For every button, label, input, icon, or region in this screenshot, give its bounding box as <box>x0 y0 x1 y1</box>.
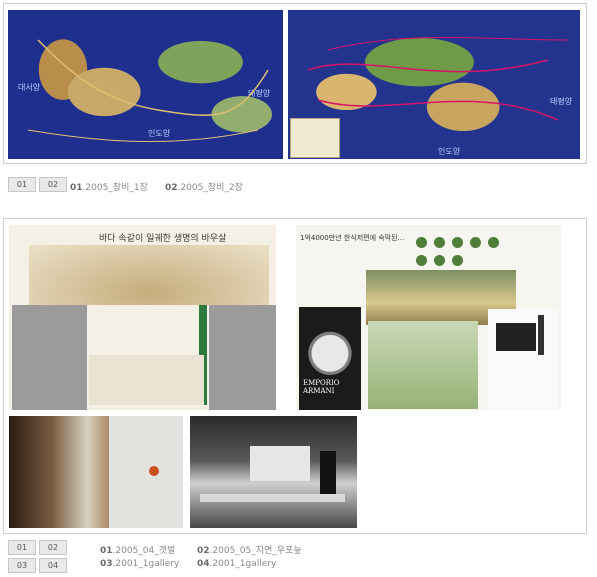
route-lines <box>27 39 269 143</box>
btn-04[interactable]: 04 <box>39 558 67 573</box>
gray-panel-right <box>209 305 276 410</box>
btn-01[interactable]: 01 <box>8 540 36 555</box>
spread2-heading: 1억4000만년 한식저편에 숙막된... <box>300 234 405 242</box>
caption-02: 02.2005_창비_2장 <box>165 180 243 193</box>
caption-num: 01 <box>70 183 83 193</box>
caption-text: .2001_1gallery <box>112 559 180 569</box>
caption-text: .2005_04_갯벌 <box>112 546 176 556</box>
caption2-03: 03.2001_1gallery <box>100 559 179 569</box>
map-infographic <box>368 321 478 409</box>
article-column <box>89 355 204 405</box>
btn-03[interactable]: 03 <box>8 558 36 573</box>
world-map-2: 태평양 인도양 <box>288 10 580 159</box>
caption-text: .2005_창비_2장 <box>177 183 243 193</box>
illustration <box>29 245 269 305</box>
watch-ad: EMPORIO ARMANI <box>299 307 361 410</box>
caption-text: .2005_창비_1장 <box>82 183 148 193</box>
visitor-silhouette <box>320 451 336 495</box>
gallery-photo-2 <box>190 416 357 528</box>
caption-text: .2001_1gallery <box>209 559 277 569</box>
newspaper-spread-tidalflat: 바다 속같이 일궤한 생명의 바우살 <box>9 225 276 410</box>
btn-02[interactable]: 02 <box>39 540 67 555</box>
caption-num: 04 <box>197 559 210 569</box>
desk <box>200 494 345 502</box>
caption2-04: 04.2001_1gallery <box>197 559 276 569</box>
caption-num: 03 <box>100 559 113 569</box>
caption-num: 01 <box>100 546 113 556</box>
caption-text: .2005_05_지면_우포늪 <box>209 546 302 556</box>
caption-01: 01.2005_창비_1장 <box>70 180 148 193</box>
gallery-photo-1 <box>9 416 183 528</box>
speaker <box>538 315 544 355</box>
btn-02[interactable]: 02 <box>39 177 67 192</box>
panel-dot <box>149 466 159 476</box>
wall-panel <box>109 416 183 528</box>
caption2-01: 01.2005_04_갯벌 <box>100 543 175 556</box>
btn-01[interactable]: 01 <box>8 177 36 192</box>
gray-panel-left <box>12 305 87 410</box>
display-screen <box>250 446 310 481</box>
ad-brand: EMPORIO ARMANI <box>303 379 340 395</box>
caption-num: 02 <box>197 546 210 556</box>
world-map-1: 대서양 인도양 태평양 <box>8 10 283 159</box>
map-legend <box>290 118 340 158</box>
tv-ad <box>488 309 558 409</box>
spread1-heading: 바다 속같이 일궤한 생명의 바우살 <box>99 234 227 244</box>
caption-num: 02 <box>165 183 178 193</box>
newspaper-spread-upo: 1억4000만년 한식저편에 숙막된... EMPORIO ARMANI <box>296 225 561 410</box>
caption2-02: 02.2005_05_지면_우포늪 <box>197 543 302 556</box>
tv-screen <box>496 323 536 351</box>
